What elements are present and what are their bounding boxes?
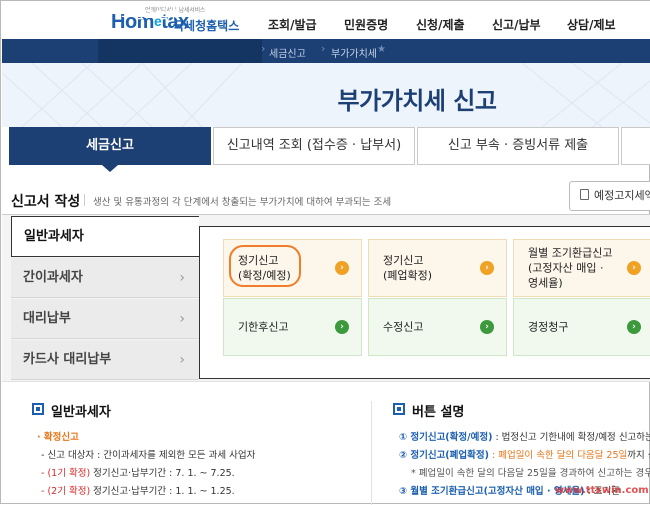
arrow-right-icon: › xyxy=(480,320,494,334)
closure-filing-button[interactable]: 정기신고 (폐업확정) › xyxy=(368,239,507,297)
tab-tax-filing[interactable]: 세금신고 xyxy=(9,127,211,165)
arrow-right-icon: › xyxy=(335,261,349,275)
tab-more[interactable] xyxy=(621,127,650,165)
gnb-item-inquiry[interactable]: 조회/발급 xyxy=(268,16,317,33)
document-icon xyxy=(580,189,589,200)
side-tab-general-taxpayer[interactable]: 일반과세자 xyxy=(11,216,199,257)
general-taxpayer-title: 일반과세자 xyxy=(51,405,111,420)
square-bullet-icon xyxy=(393,403,405,415)
chevron-down-icon[interactable]: ⌄ xyxy=(237,4,246,17)
divider xyxy=(2,381,650,382)
amended-filing-button[interactable]: 수정신고 › xyxy=(368,298,507,356)
gnb-item-consult[interactable]: 상담/제보 xyxy=(567,16,616,33)
period-first-half: - (1기 확정) 정기신고·납부기간 : 7. 1. ~ 7.25. xyxy=(41,468,235,479)
refund-claim-button[interactable]: 경정청구 › xyxy=(513,298,650,356)
arrow-right-icon: › xyxy=(627,320,641,334)
menu-dropdown[interactable] xyxy=(98,39,262,63)
logo-name: 국세청홈택스 xyxy=(173,19,240,33)
divider xyxy=(84,194,85,206)
active-tab-pointer xyxy=(102,165,118,172)
side-tab-proxy-payment[interactable]: 대리납부 › xyxy=(11,299,199,339)
gnb-item-tax-filing[interactable]: 신고/납부 xyxy=(492,16,541,33)
late-filing-button[interactable]: 기한후신고 › xyxy=(223,298,362,356)
early-refund-button[interactable]: 월별 조기환급신고 (고정자산 매입 · 영세율) › xyxy=(513,239,650,297)
gnb-item-certificate[interactable]: 민원증명 xyxy=(344,16,388,33)
divider xyxy=(371,401,372,505)
watermark: www.ttxwin.com xyxy=(555,485,649,496)
period-second-half: - (2기 확정) 정기신고·납부기간 : 1. 1. ~ 1.25. xyxy=(41,486,235,497)
gnb-item-application[interactable]: 신청/제출 xyxy=(416,16,465,33)
section-description: 생산 및 유통과정의 각 단계에서 창출되는 부가가치에 대하여 부과되는 조세 xyxy=(93,197,392,208)
tab-filing-history[interactable]: 신고내역 조회 (접수증 · 납부서) xyxy=(213,127,415,165)
breadcrumb-tax-filing[interactable]: 세금신고 xyxy=(269,45,306,60)
arrow-right-icon: › xyxy=(480,261,494,275)
star-icon[interactable]: ★ xyxy=(377,44,386,55)
square-bullet-icon xyxy=(32,403,44,415)
breadcrumb-vat[interactable]: 부가가치세 xyxy=(331,45,377,60)
breadcrumb-separator-icon: › xyxy=(261,42,266,55)
arrow-right-icon: › xyxy=(335,320,349,334)
filing-target: - 신고 대상자 : 간이과세자를 제외한 모든 과세 사업자 xyxy=(41,450,256,461)
scheduled-tax-button[interactable]: 예정고지세액 xyxy=(569,181,650,211)
desc-regular-filing: ① 정기신고(확정/예정) : 법정신고 기한내에 확정/예정 신고하는 xyxy=(399,432,650,443)
final-filing-label: · 확정신고 xyxy=(37,432,79,443)
hero-banner: 부가가치세 신고 xyxy=(2,63,650,127)
chevron-right-icon: › xyxy=(179,270,185,286)
tab-attachments[interactable]: 신고 부속 · 증빙서류 제출 xyxy=(417,127,619,165)
current-menu-label[interactable]: 신고/납부 xyxy=(134,6,179,22)
desc-closure-note: * 폐업일이 속한 달의 다음달 25일을 경과하여 신고하는 경우는 xyxy=(411,468,650,479)
breadcrumb-separator-icon: › xyxy=(321,42,326,55)
top-header: 언제어디서나 납세서비스 Hometax 국세청홈택스 조회/발급 민원증명 신… xyxy=(1,1,650,39)
side-tab-simplified-taxpayer[interactable]: 간이과세자 › xyxy=(11,258,199,298)
arrow-right-icon: › xyxy=(627,261,641,275)
chevron-right-icon: › xyxy=(179,352,185,368)
button-description-title: 버튼 설명 xyxy=(412,405,465,420)
page-title: 부가가치세 신고 xyxy=(337,87,497,115)
menu-icon[interactable]: ☰ xyxy=(121,7,131,20)
chevron-right-icon: › xyxy=(179,311,185,327)
section-title: 신고서 작성 xyxy=(11,194,81,210)
regular-filing-button[interactable]: 정기신고 (확정/예정) › xyxy=(223,239,362,297)
side-tab-card-proxy-payment[interactable]: 카드사 대리납부 › xyxy=(11,340,199,380)
desc-closure-filing: ② 정기신고(폐업확정) : 폐업일이 속한 달의 다음달 25일까지 신 xyxy=(399,450,650,461)
